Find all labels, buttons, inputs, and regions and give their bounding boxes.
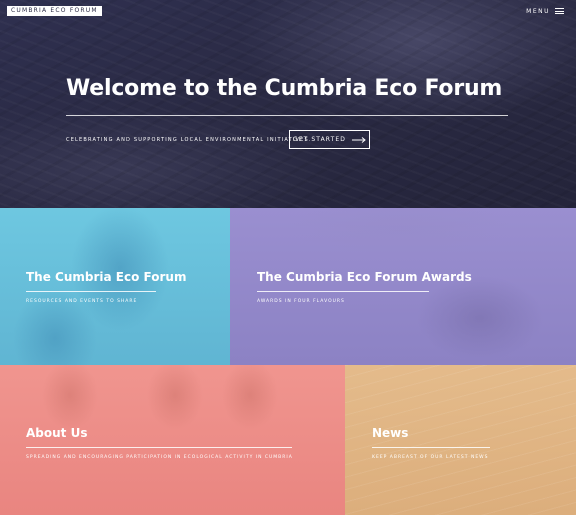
tile-news-title: News [372, 426, 409, 440]
hamburger-icon [555, 8, 564, 14]
page-title: Welcome to the Cumbria Eco Forum [66, 76, 503, 101]
menu-label: MENU [526, 7, 550, 15]
hero-section: CUMBRIA ECO FORUM MENU Welcome to the Cu… [0, 0, 576, 208]
tile-eco-forum-awards[interactable]: The Cumbria Eco Forum Awards AWARDS IN F… [230, 208, 576, 365]
arrow-right-icon [352, 136, 366, 143]
tile-eco-forum-title: The Cumbria Eco Forum [26, 270, 187, 284]
tile-awards-divider [257, 291, 429, 292]
get-started-label: GET STARTED [292, 136, 347, 143]
site-logo[interactable]: CUMBRIA ECO FORUM [7, 6, 102, 16]
tile-eco-forum-divider [26, 291, 156, 292]
tile-about-us-image [0, 365, 345, 515]
tile-eco-forum-subtitle: RESOURCES AND EVENTS TO SHARE [26, 299, 138, 304]
hero-subtitle: CELEBRATING AND SUPPORTING LOCAL ENVIRON… [66, 137, 312, 143]
tile-news[interactable]: News KEEP ABREAST OF OUR LATEST NEWS [345, 365, 576, 515]
menu-button[interactable]: MENU [526, 6, 564, 16]
title-divider [66, 115, 508, 116]
tile-awards-title: The Cumbria Eco Forum Awards [257, 270, 472, 284]
get-started-button[interactable]: GET STARTED [289, 130, 370, 149]
tile-about-us-title: About Us [26, 426, 88, 440]
hero-background-image [0, 0, 576, 208]
tile-eco-forum[interactable]: The Cumbria Eco Forum RESOURCES AND EVEN… [0, 208, 230, 365]
tile-about-us-subtitle: SPREADING AND ENCOURAGING PARTICIPATION … [26, 455, 293, 460]
tile-about-us[interactable]: About Us SPREADING AND ENCOURAGING PARTI… [0, 365, 345, 515]
tile-awards-subtitle: AWARDS IN FOUR FLAVOURS [257, 299, 345, 304]
tile-news-subtitle: KEEP ABREAST OF OUR LATEST NEWS [372, 455, 489, 460]
tile-eco-forum-image [0, 208, 230, 365]
tile-news-divider [372, 447, 490, 448]
tile-about-us-divider [26, 447, 292, 448]
tile-news-image [345, 365, 576, 515]
tile-awards-image [230, 208, 576, 365]
